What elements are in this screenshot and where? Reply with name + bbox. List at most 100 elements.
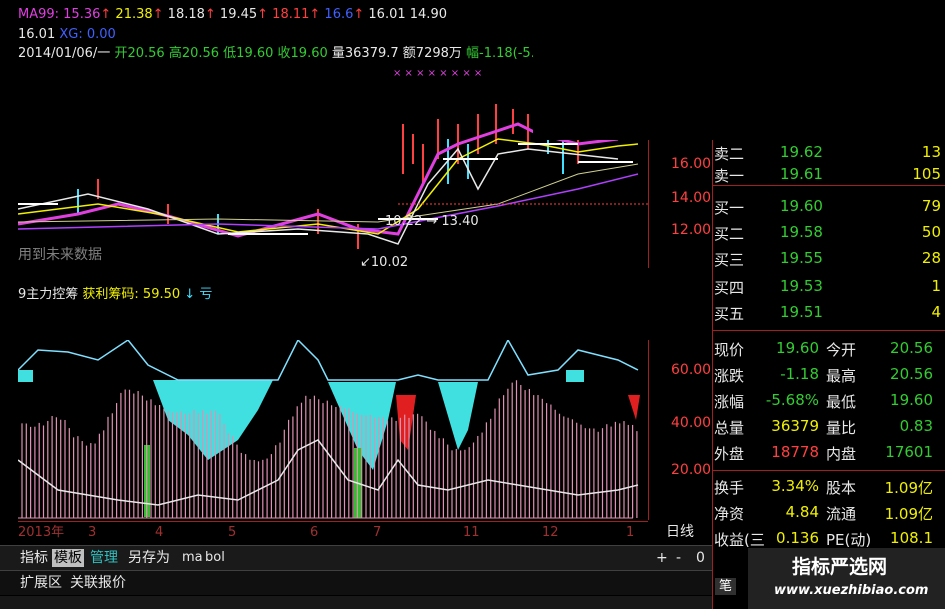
future-data-watermark: 用到未来数据 bbox=[18, 247, 102, 263]
period-label[interactable]: 日线 bbox=[666, 525, 694, 539]
stat-value-2: 0.83 bbox=[899, 417, 933, 435]
stat-value: -5.68% bbox=[765, 391, 819, 409]
stat-value-2: 19.60 bbox=[890, 391, 933, 409]
tab-bol[interactable]: bol bbox=[205, 551, 225, 564]
row2-value: 16.01 bbox=[18, 27, 56, 42]
zoom-reset-button[interactable]: 0 bbox=[696, 551, 705, 565]
stat-label-2: 量比 bbox=[826, 419, 857, 437]
time-label-12: 12 bbox=[542, 525, 559, 540]
side-tab-trades[interactable]: 笔 bbox=[715, 578, 737, 595]
zoom-out-button[interactable]: - bbox=[676, 551, 681, 565]
order-price: 19.51 bbox=[780, 303, 823, 321]
order-price: 19.53 bbox=[780, 277, 823, 295]
stat-value: -1.18 bbox=[780, 365, 819, 383]
order-volume: 79 bbox=[921, 197, 941, 215]
sub-tick-40: 40.00 bbox=[671, 415, 712, 431]
time-label-1: 1 bbox=[626, 525, 635, 540]
quote-stat-row: 涨跌 -1.18 最高 20.56 bbox=[712, 362, 945, 385]
order-price: 19.60 bbox=[780, 197, 823, 215]
brand-watermark: 指标严选网 www.xuezhibiao.com bbox=[748, 548, 945, 609]
order-volume: 13 bbox=[921, 143, 941, 161]
template-toolbar: 指标 模板 管理 另存为 ma bol + - 0 bbox=[0, 545, 712, 570]
order-level-label: 卖一 bbox=[714, 167, 745, 185]
ohlc-high: 高20.56 bbox=[168, 46, 220, 61]
tab-manage[interactable]: 管理 bbox=[90, 551, 118, 565]
stat-label: 外盘 bbox=[714, 445, 745, 463]
price-axis: 16.00 14.00 12.00 bbox=[648, 140, 713, 270]
stat-value: 18778 bbox=[771, 443, 819, 461]
tab-template[interactable]: 模板 bbox=[52, 549, 84, 567]
order-price: 19.58 bbox=[780, 223, 823, 241]
loss-chips-label: 亏 bbox=[199, 287, 213, 302]
order-book-row[interactable]: 买一 19.60 79 bbox=[712, 194, 945, 217]
fund-value: 4.84 bbox=[785, 503, 819, 521]
stat-label: 现价 bbox=[714, 341, 745, 359]
svg-text:× × × × × × × ×: × × × × × × × × bbox=[393, 68, 482, 79]
time-label-5: 5 bbox=[228, 525, 237, 540]
quote-stat-row: 涨幅 -5.68% 最低 19.60 bbox=[712, 388, 945, 411]
brand-url: www.xuezhibiao.com bbox=[774, 583, 929, 598]
order-volume: 105 bbox=[912, 165, 941, 183]
fund-stat-row: 收益(三 0.136 PE(动) 108.1 bbox=[712, 526, 945, 549]
tab-indicator[interactable]: 指标 bbox=[20, 551, 48, 565]
stat-label-2: 最低 bbox=[826, 393, 857, 411]
quote-divider-3 bbox=[712, 470, 945, 471]
order-level-label: 买四 bbox=[714, 279, 745, 297]
order-price: 19.62 bbox=[780, 143, 823, 161]
ma-value-6: 16.6 bbox=[324, 7, 354, 22]
stat-label: 总量 bbox=[714, 419, 745, 437]
quote-stat-row: 现价 19.60 今开 20.56 bbox=[712, 336, 945, 359]
xg-value: XG: 0.00 bbox=[59, 27, 116, 42]
sub-axis: 60.00 40.00 20.00 bbox=[648, 340, 713, 520]
order-level-label: 买二 bbox=[714, 225, 745, 243]
ma-value-4: 19.45 bbox=[219, 7, 258, 22]
tab-extension-area[interactable]: 扩展区 bbox=[20, 576, 62, 590]
stat-label-2: 内盘 bbox=[826, 445, 857, 463]
chip-indicator-chart[interactable] bbox=[18, 340, 648, 520]
stat-value-2: 20.56 bbox=[890, 365, 933, 383]
tab-save-as[interactable]: 另存为 bbox=[128, 551, 170, 565]
fund-value: 0.136 bbox=[776, 529, 819, 547]
zoom-in-button[interactable]: + bbox=[656, 551, 668, 565]
order-level-label: 卖二 bbox=[714, 145, 745, 163]
quote-stat-row: 外盘 18778 内盘 17601 bbox=[712, 440, 945, 463]
ma-value-8: 14.90 bbox=[409, 7, 447, 22]
fund-value-2: 108.1 bbox=[890, 529, 933, 547]
fund-value: 3.34% bbox=[771, 477, 819, 495]
fund-label: 换手 bbox=[714, 479, 745, 497]
stat-value-2: 17601 bbox=[885, 443, 933, 461]
order-level-label: 买三 bbox=[714, 251, 745, 269]
sub-tick-60: 60.00 bbox=[671, 362, 712, 378]
ma-value-3: 18.18 bbox=[167, 7, 205, 22]
time-label-11: 11 bbox=[463, 525, 480, 540]
order-book-row[interactable]: 买五 19.51 4 bbox=[712, 300, 945, 323]
ma-value-7: 16.01 bbox=[368, 7, 406, 22]
price-tick-16: 16.00 bbox=[671, 156, 712, 172]
order-book-row[interactable]: 卖二 19.62 13 bbox=[712, 140, 945, 163]
status-strip bbox=[0, 596, 712, 609]
sub-indicator-name[interactable]: 9主力控筹 bbox=[18, 287, 78, 302]
order-book-row[interactable]: 买四 19.53 1 bbox=[712, 274, 945, 297]
order-book-row[interactable]: 卖一 19.61 105 bbox=[712, 162, 945, 185]
stat-value-2: 20.56 bbox=[890, 339, 933, 357]
order-book-row[interactable]: 买二 19.58 50 bbox=[712, 220, 945, 243]
quote-divider-2 bbox=[712, 330, 945, 331]
order-level-label: 买五 bbox=[714, 305, 745, 323]
time-label-4: 4 bbox=[155, 525, 164, 540]
time-axis: 2013年 3 4 5 6 7 11 12 1 bbox=[18, 521, 648, 544]
overlay-block-top bbox=[533, 0, 945, 140]
extension-toolbar: 扩展区 关联报价 bbox=[0, 570, 712, 595]
indicator-header-row2: 16.01 XG: 0.00 bbox=[18, 28, 116, 41]
fund-label-2: 股本 bbox=[826, 479, 857, 497]
stat-value: 36379 bbox=[771, 417, 819, 435]
order-book-row[interactable]: 买三 19.55 28 bbox=[712, 246, 945, 269]
fund-label: 收益(三 bbox=[714, 531, 765, 549]
ohlc-amount: 额7298万 bbox=[402, 46, 462, 61]
time-label-year: 2013年 bbox=[18, 525, 65, 540]
tab-ma[interactable]: ma bbox=[182, 551, 203, 564]
overlay-block-mid bbox=[225, 268, 715, 340]
stat-value: 19.60 bbox=[776, 339, 819, 357]
profit-chips-label: 获利筹码: 59.50 bbox=[82, 287, 181, 302]
stat-label-2: 今开 bbox=[826, 341, 857, 359]
tab-related-quotes[interactable]: 关联报价 bbox=[70, 576, 126, 590]
